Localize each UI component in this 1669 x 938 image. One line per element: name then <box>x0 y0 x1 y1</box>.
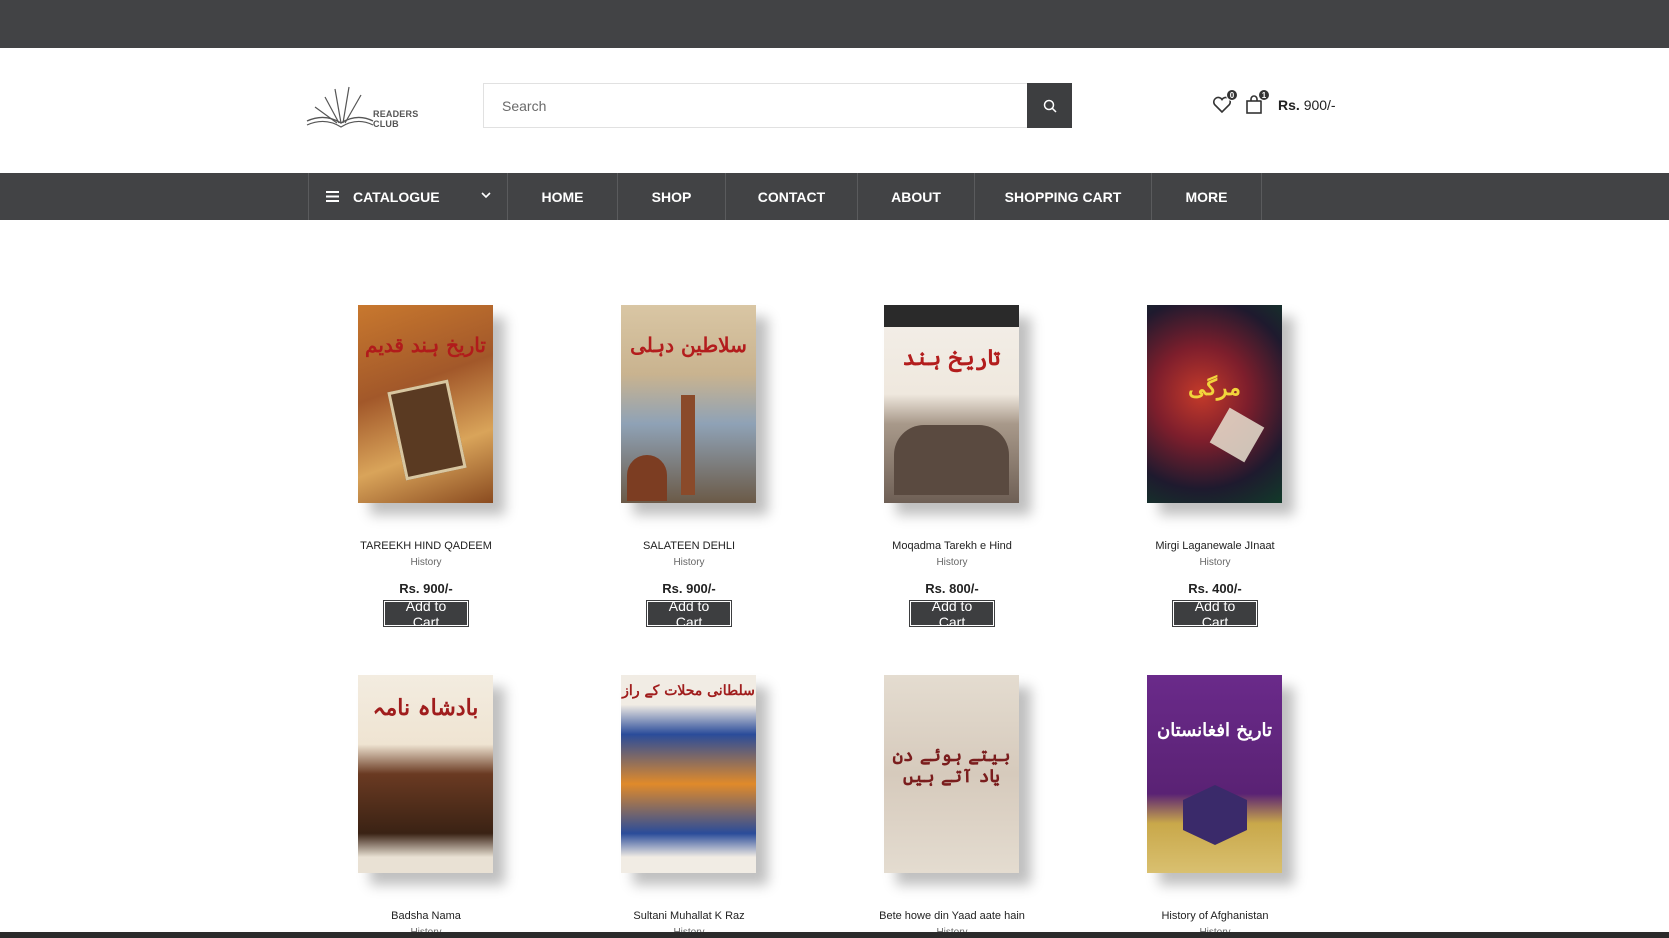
cover-title: سلطانی محلات کے راز <box>622 683 755 699</box>
product-card: بیتے ہوئے دن یاد آتے ہیں Bete howe din Y… <box>832 675 1072 938</box>
cover-title: بادشاہ نامہ <box>372 695 479 721</box>
product-card: تاریخ ہند قدیم TAREEKH HIND QADEEM Histo… <box>306 305 546 630</box>
product-cover[interactable]: تاریخ ہند <box>884 305 1019 503</box>
product-price: Rs. 800/- <box>925 581 979 596</box>
product-cover[interactable]: بیتے ہوئے دن یاد آتے ہیں <box>884 675 1019 873</box>
logo-text: READERS CLUB <box>373 109 419 129</box>
product-name[interactable]: Sultani Muhallat K Raz <box>569 910 809 922</box>
cover-title: سلاطین دہلی <box>630 333 747 357</box>
search-icon <box>1043 99 1057 113</box>
menu-icon <box>326 191 339 202</box>
product-name[interactable]: Mirgi Laganewale JInaat <box>1095 540 1335 552</box>
product-card: مرگی Mirgi Laganewale JInaat History Rs.… <box>1095 305 1335 630</box>
cart-currency: Rs. <box>1278 97 1300 113</box>
product-name[interactable]: Bete howe din Yaad aate hain <box>832 910 1072 922</box>
cover-title: تاریخ ہند <box>902 345 1001 371</box>
product-cover[interactable]: تاریخ ہند قدیم <box>358 305 493 503</box>
nav-item-home[interactable]: HOME <box>508 173 618 220</box>
horizontal-scrollbar[interactable] <box>0 932 1669 938</box>
cart-count-badge: 1 <box>1258 89 1270 101</box>
nav-item-shopping-cart[interactable]: SHOPPING CART <box>975 173 1152 220</box>
product-card: بادشاہ نامہ Badsha Nama History <box>306 675 546 938</box>
product-price: Rs. 900/- <box>399 581 453 596</box>
cart-amount: 900/- <box>1303 97 1336 113</box>
product-name[interactable]: Moqadma Tarekh e Hind <box>832 540 1072 552</box>
product-category[interactable]: History <box>569 557 809 568</box>
cover-title: تاریخ ہند قدیم <box>365 333 486 357</box>
product-name[interactable]: SALATEEN DEHLI <box>569 540 809 552</box>
product-price: Rs. 900/- <box>662 581 716 596</box>
product-card: تاریخ ہند Moqadma Tarekh e Hind History … <box>832 305 1072 630</box>
cover-title: بیتے ہوئے دن یاد آتے ہیں <box>892 745 1011 787</box>
product-name[interactable]: Badsha Nama <box>306 910 546 922</box>
main-navigation: CATALOGUE HOME SHOP CONTACT ABOUT SHOPPI… <box>0 173 1669 220</box>
product-name[interactable]: History of Afghanistan <box>1095 910 1335 922</box>
catalogue-label: CATALOGUE <box>353 188 440 205</box>
wishlist-count-badge: 0 <box>1226 89 1238 101</box>
product-card: تاریخ افغانستان History of Afghanistan H… <box>1095 675 1335 938</box>
product-card: سلطانی محلات کے راز Sultani Muhallat K R… <box>569 675 809 938</box>
chevron-down-icon <box>481 192 491 199</box>
nav-item-contact[interactable]: CONTACT <box>726 173 858 220</box>
site-header: READERS CLUB 0 1 Rs. 900/- <box>0 48 1669 173</box>
site-logo[interactable]: READERS CLUB <box>305 83 435 133</box>
product-cover[interactable]: تاریخ افغانستان <box>1147 675 1282 873</box>
product-category[interactable]: History <box>306 557 546 568</box>
nav-item-about[interactable]: ABOUT <box>858 173 975 220</box>
add-to-cart-button[interactable]: Add to Cart <box>383 598 469 630</box>
product-price: Rs. 400/- <box>1188 581 1242 596</box>
add-to-cart-button[interactable]: Add to Cart <box>646 598 732 630</box>
wishlist-button[interactable]: 0 <box>1210 89 1238 117</box>
add-to-cart-button[interactable]: Add to Cart <box>909 598 995 630</box>
product-cover[interactable]: مرگی <box>1147 305 1282 503</box>
search-input[interactable] <box>484 84 1028 127</box>
add-to-cart-button[interactable]: Add to Cart <box>1172 598 1258 630</box>
product-category[interactable]: History <box>832 557 1072 568</box>
product-cover[interactable]: سلطانی محلات کے راز <box>621 675 756 873</box>
book-logo-icon <box>306 86 374 128</box>
catalogue-dropdown[interactable]: CATALOGUE <box>308 173 508 220</box>
cover-title: مرگی <box>1188 375 1241 401</box>
product-cover[interactable]: سلاطین دہلی <box>621 305 756 503</box>
search-button[interactable] <box>1027 83 1072 128</box>
cart-button[interactable]: 1 <box>1242 89 1270 117</box>
nav-item-more[interactable]: MORE <box>1152 173 1262 220</box>
header-actions: 0 1 Rs. 900/- <box>1210 89 1336 120</box>
product-card: سلاطین دہلی SALATEEN DEHLI History Rs. 9… <box>569 305 809 630</box>
search-bar <box>483 83 1072 128</box>
cover-title: تاریخ افغانستان <box>1156 720 1273 741</box>
product-name[interactable]: TAREEKH HIND QADEEM <box>306 540 546 552</box>
product-cover[interactable]: بادشاہ نامہ <box>358 675 493 873</box>
product-category[interactable]: History <box>1095 557 1335 568</box>
cart-total[interactable]: Rs. 900/- <box>1278 97 1336 113</box>
nav-item-shop[interactable]: SHOP <box>618 173 726 220</box>
top-bar <box>0 0 1669 48</box>
